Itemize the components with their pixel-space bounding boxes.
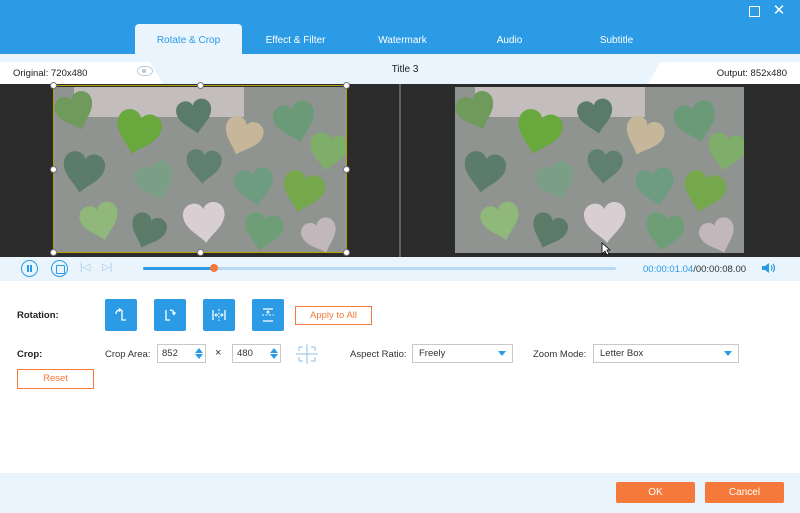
flip-horizontal-button[interactable] <box>203 299 235 331</box>
crop-area-label: Crop Area: <box>105 349 151 360</box>
aspect-ratio-label: Aspect Ratio: <box>350 349 407 360</box>
crop-width-value: 852 <box>162 348 178 359</box>
flip-vertical-button[interactable] <box>252 299 284 331</box>
preview-area <box>0 82 800 257</box>
width-down-icon[interactable] <box>195 354 203 360</box>
player-controls: |◁ ▷| 00:00:01.04/00:00:08.00 <box>0 257 800 281</box>
times-sign: × <box>215 347 222 359</box>
ok-button[interactable]: OK <box>616 482 695 503</box>
tab-subtitle[interactable]: Subtitle <box>563 24 670 54</box>
rotate-left-icon <box>115 308 126 321</box>
rotate-left-button[interactable] <box>105 299 137 331</box>
chevron-down-icon <box>498 351 506 356</box>
crop-handle-top[interactable] <box>197 82 204 89</box>
skip-next-icon[interactable]: ▷| <box>102 262 112 273</box>
title-bar: ✕ Rotate & Crop Effect & Filter Watermar… <box>0 0 800 54</box>
current-time: 00:00:01.04 <box>643 264 694 275</box>
pause-button[interactable] <box>21 260 38 277</box>
time-display: 00:00:01.04/00:00:08.00 <box>643 264 746 275</box>
crop-frame[interactable] <box>53 85 347 253</box>
video-title: Title 3 <box>391 64 419 75</box>
tab-watermark[interactable]: Watermark <box>349 24 456 54</box>
crop-width-input[interactable]: 852 <box>157 344 206 363</box>
crop-handle-left[interactable] <box>50 166 57 173</box>
rotation-label: Rotation: <box>17 310 59 321</box>
preview-divider <box>399 84 401 257</box>
progress-fill <box>143 267 214 270</box>
crop-handle-right[interactable] <box>343 166 350 173</box>
stop-button[interactable] <box>51 260 68 277</box>
total-time: /00:00:08.00 <box>693 264 747 275</box>
crop-height-input[interactable]: 480 <box>232 344 281 363</box>
crop-handle-top-right[interactable] <box>343 82 350 89</box>
zoom-mode-value: Letter Box <box>600 348 644 359</box>
progress-knob[interactable] <box>209 264 218 272</box>
height-down-icon[interactable] <box>270 354 278 360</box>
apply-to-all-button[interactable]: Apply to All <box>295 306 372 325</box>
zoom-mode-select[interactable]: Letter Box <box>593 344 739 363</box>
tab-bar: Rotate & Crop Effect & Filter Watermark … <box>135 24 670 54</box>
reset-button[interactable]: Reset <box>17 369 94 389</box>
flip-horizontal-icon <box>212 309 226 321</box>
aspect-ratio-select[interactable]: Freely <box>412 344 513 363</box>
height-up-icon[interactable] <box>270 347 278 353</box>
progress-bar[interactable] <box>143 264 616 272</box>
tab-audio[interactable]: Audio <box>456 24 563 54</box>
crop-height-value: 480 <box>237 348 253 359</box>
skip-previous-icon[interactable]: |◁ <box>80 262 90 273</box>
crop-handle-bottom-right[interactable] <box>343 249 350 256</box>
crop-handle-bottom-left[interactable] <box>50 249 57 256</box>
crop-handle-bottom[interactable] <box>197 249 204 256</box>
width-up-icon[interactable] <box>195 347 203 353</box>
hearts-image-output <box>455 87 744 253</box>
cancel-button[interactable]: Cancel <box>705 482 784 503</box>
crop-label: Crop: <box>17 349 43 360</box>
center-crop-icon[interactable] <box>295 343 319 365</box>
rotate-right-icon <box>165 309 176 321</box>
output-video-preview <box>455 87 744 253</box>
tab-effect-filter[interactable]: Effect & Filter <box>242 24 349 54</box>
chevron-down-icon <box>724 351 732 356</box>
zoom-mode-label: Zoom Mode: <box>533 349 587 360</box>
rotate-right-button[interactable] <box>154 299 186 331</box>
crop-handle-top-left[interactable] <box>50 82 57 89</box>
aspect-ratio-value: Freely <box>419 348 446 359</box>
close-icon[interactable]: ✕ <box>772 3 786 18</box>
maximize-icon[interactable] <box>747 4 761 18</box>
tab-rotate-crop[interactable]: Rotate & Crop <box>135 24 242 54</box>
volume-icon[interactable] <box>761 262 777 274</box>
mouse-cursor-icon <box>601 242 611 256</box>
flip-vertical-icon <box>262 308 274 322</box>
